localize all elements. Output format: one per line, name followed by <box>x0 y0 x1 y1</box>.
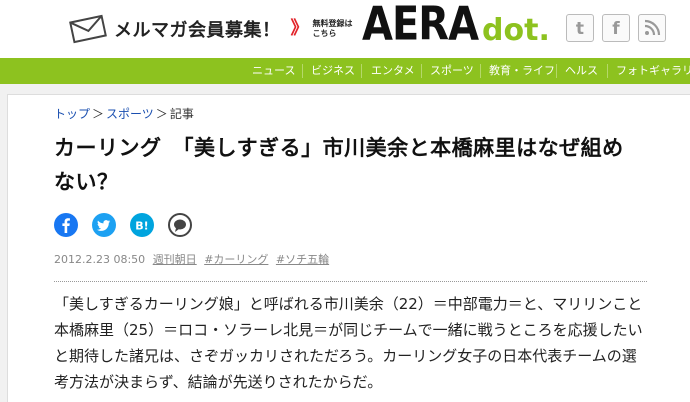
register-line2: こちら <box>312 29 337 38</box>
nav-item-sports[interactable]: スポーツ <box>430 58 474 84</box>
article-meta: 2012.2.23 08:50 週刊朝日 #カーリング #ソチ五輪 <box>54 251 329 267</box>
logo-aera: AERA <box>362 0 479 52</box>
site-header: メルマガ会員募集！ 》 無料登録は こちら AERA dot. t f <box>0 0 690 58</box>
nav-divider <box>421 64 422 78</box>
breadcrumb-current: 記事 <box>169 107 194 121</box>
facebook-icon <box>62 218 70 233</box>
twitter-icon[interactable]: t <box>566 14 594 42</box>
nav-item-business[interactable]: ビジネス <box>311 58 355 84</box>
article-source-link[interactable]: 週刊朝日 <box>153 253 197 266</box>
nav-divider <box>607 64 608 78</box>
speech-bubble-icon <box>174 219 186 232</box>
newsletter-promo[interactable]: メルマガ会員募集！ 》 無料登録は こちら <box>66 14 353 44</box>
facebook-share-button[interactable] <box>54 213 78 237</box>
tag-link[interactable]: #カーリング <box>204 253 268 266</box>
nav-divider <box>480 64 481 78</box>
nav-item-photo-gallery[interactable]: フォトギャラリー <box>616 58 690 84</box>
envelope-icon <box>69 14 107 44</box>
nav-item-entertainment[interactable]: エンタメ <box>371 58 415 84</box>
twitter-share-button[interactable] <box>92 213 116 237</box>
hatena-bookmark-button[interactable]: B! <box>130 213 154 237</box>
nav-divider <box>361 64 362 78</box>
register-link[interactable]: 無料登録は こちら <box>313 19 353 39</box>
article-title: カーリング 「美しすぎる」市川美余と本橋麻里はなぜ組めない？ <box>54 136 624 194</box>
nav-divider <box>556 64 557 78</box>
breadcrumb-separator: ＞ <box>92 107 105 121</box>
breadcrumb-sports[interactable]: スポーツ <box>106 107 154 121</box>
twitter-icon <box>97 220 111 231</box>
chevron-right-icon: 》 <box>290 18 309 39</box>
rss-icon[interactable] <box>638 14 666 42</box>
nav-item-health[interactable]: ヘルス <box>565 58 598 84</box>
nav-item-education-life[interactable]: 教育・ライフ <box>489 58 555 84</box>
breadcrumb-top[interactable]: トップ <box>54 107 90 121</box>
article-date: 2012.2.23 08:50 <box>54 253 146 266</box>
logo-dot: dot. <box>482 13 550 48</box>
breadcrumb-separator: ＞ <box>155 107 168 121</box>
divider <box>54 281 647 282</box>
facebook-icon[interactable]: f <box>602 14 630 42</box>
breadcrumb: トップ＞スポーツ＞記事 <box>54 105 194 122</box>
hatena-bookmark-icon: B! <box>135 220 148 233</box>
nav-divider <box>302 64 303 78</box>
svg-text:B!: B! <box>135 220 148 233</box>
nav-item-news[interactable]: ニュース <box>252 58 295 84</box>
main-nav: ニュース ビジネス エンタメ スポーツ 教育・ライフ ヘルス フォトギャラリー <box>0 58 690 84</box>
register-line1: 無料登録は <box>312 19 353 28</box>
tag-link[interactable]: #ソチ五輪 <box>276 253 329 266</box>
article-container: トップ＞スポーツ＞記事 カーリング 「美しすぎる」市川美余と本橋麻里はなぜ組めな… <box>7 94 690 402</box>
site-logo[interactable]: AERA dot. <box>362 0 550 50</box>
article-body: 「美しすぎるカーリング娘」と呼ばれる市川美余（22）＝中部電力＝と、マリリンこと… <box>54 295 643 391</box>
comment-button[interactable] <box>168 213 192 237</box>
promo-text[interactable]: メルマガ会員募集！ <box>114 16 281 42</box>
